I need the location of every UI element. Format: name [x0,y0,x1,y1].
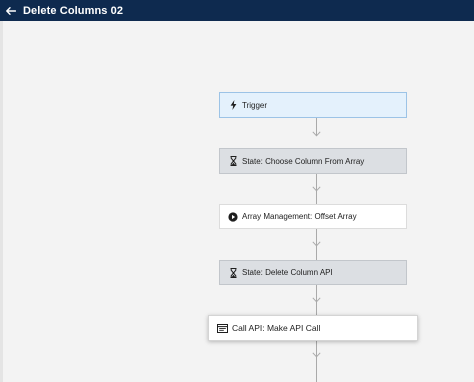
chevron-down-icon [312,241,321,247]
flow-node-call-api[interactable]: Call API: Make API Call [208,315,418,341]
chevron-down-icon [312,131,321,137]
node-label: State: Choose Column From Array [242,156,365,166]
page-title: Delete Columns 02 [23,4,124,17]
flow-node-state-choose-column[interactable]: State: Choose Column From Array [219,148,407,174]
back-button[interactable] [2,0,20,21]
node-label: Call API: Make API Call [232,323,321,333]
chevron-down-icon [312,297,321,303]
arrow-left-icon [6,6,16,15]
hourglass-icon [228,267,238,278]
node-label: Trigger [242,100,268,110]
connector-line [316,341,317,382]
node-label: Array Management: Offset Array [242,212,357,221]
lightning-bolt-icon [228,100,238,110]
hourglass-icon [228,156,238,166]
flow-node-trigger[interactable]: Trigger [219,92,407,118]
node-label: State: Delete Column API [242,268,333,277]
flow-canvas[interactable]: Trigger State: Choose Column From Array … [3,21,474,382]
play-circle-icon [228,211,238,222]
app-header: Delete Columns 02 [0,0,474,21]
chevron-down-icon [312,186,321,192]
api-window-icon [217,323,228,333]
flow-node-state-delete-column[interactable]: State: Delete Column API [219,260,407,285]
chevron-down-icon [312,352,321,358]
flow-node-array-management[interactable]: Array Management: Offset Array [219,204,407,229]
